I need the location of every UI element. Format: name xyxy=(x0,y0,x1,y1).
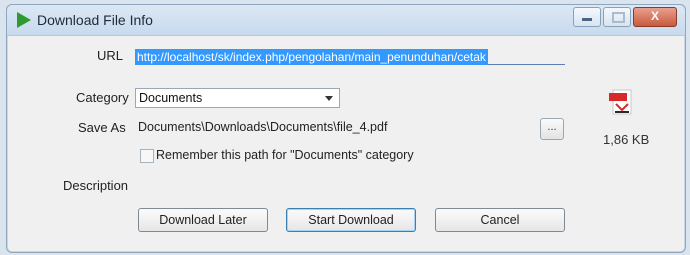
browse-button[interactable]: ... xyxy=(540,118,564,140)
url-label: URL xyxy=(97,48,124,63)
dropdown-arrow-icon[interactable] xyxy=(325,96,333,101)
remember-path-checkbox[interactable] xyxy=(140,149,154,163)
description-label: Description xyxy=(63,178,129,193)
remember-path-label[interactable]: Remember this path for "Documents" categ… xyxy=(156,148,414,162)
category-select[interactable]: Documents xyxy=(135,88,340,108)
close-icon: X xyxy=(650,9,659,23)
window-controls: X xyxy=(573,7,677,27)
minimize-button[interactable] xyxy=(573,7,601,27)
maximize-button[interactable] xyxy=(603,7,631,27)
title-bar[interactable]: Download File Info X xyxy=(7,5,685,36)
save-path-value: Documents\Downloads\Documents\file_4.pdf xyxy=(138,120,388,134)
pdf-file-icon xyxy=(609,89,632,115)
start-download-button[interactable]: Start Download xyxy=(286,208,416,232)
cancel-button[interactable]: Cancel xyxy=(435,208,565,232)
minimize-icon xyxy=(582,18,592,21)
category-label: Category xyxy=(76,90,129,105)
download-later-button[interactable]: Download Later xyxy=(138,208,268,232)
url-input[interactable]: http://localhost/sk/index.php/pengolahan… xyxy=(135,48,565,65)
file-size: 1,86 KB xyxy=(603,132,650,147)
category-selected-value: Documents xyxy=(139,91,203,105)
close-button[interactable]: X xyxy=(633,7,677,27)
maximize-icon xyxy=(612,12,625,23)
save-as-label: Save As xyxy=(78,120,126,135)
play-arrow-icon xyxy=(17,12,31,28)
url-selected-text[interactable]: http://localhost/sk/index.php/pengolahan… xyxy=(135,49,488,65)
window-title: Download File Info xyxy=(37,12,153,28)
